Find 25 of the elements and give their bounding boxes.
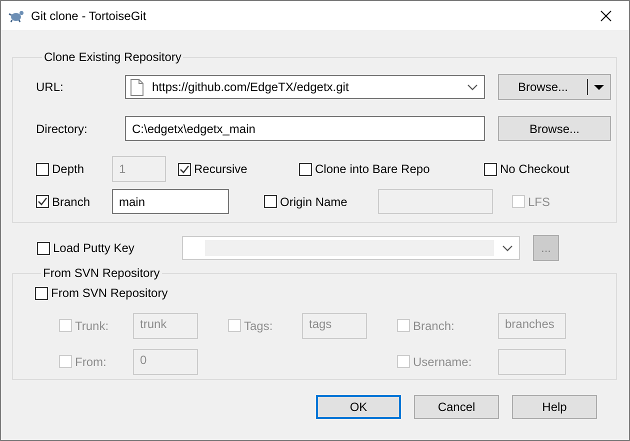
dialog-button[interactable]: Cancel	[414, 394, 499, 418]
directory-field[interactable]: C:\edgetx\edgetx_main	[125, 116, 485, 141]
checkmark-icon	[37, 196, 48, 207]
svn-field[interactable]	[498, 348, 566, 374]
field-label: Directory:	[36, 122, 88, 136]
turtle-icon	[8, 8, 24, 22]
dialog-button[interactable]: OK	[316, 394, 401, 418]
field-label: URL:	[36, 80, 64, 94]
window-title: Git clone - TortoiseGit	[31, 8, 148, 22]
browse-split-button[interactable]: Browse...	[498, 74, 611, 100]
checkbox[interactable]: Branch	[36, 194, 90, 208]
branch-field[interactable]: main	[112, 189, 229, 214]
close-icon[interactable]	[600, 10, 612, 22]
url-combo-box[interactable]: https://github.com/EdgeTX/edgetx.git	[125, 75, 485, 99]
checkbox[interactable]: Clone into Bare Repo	[299, 162, 430, 176]
group-title: From SVN Repository	[42, 266, 161, 280]
chevron-down-icon[interactable]	[467, 84, 478, 90]
dialog-button[interactable]: Help	[512, 394, 597, 418]
document-icon	[130, 78, 144, 96]
checkbox[interactable]: Recursive	[178, 162, 248, 176]
checkbox[interactable]: From SVN Repository	[35, 286, 168, 300]
checkbox[interactable]: No Checkout	[484, 162, 570, 176]
checkmark-icon	[179, 164, 190, 174]
group-title: Clone Existing Repository	[43, 50, 182, 64]
browse-button[interactable]: Browse...	[498, 116, 611, 141]
